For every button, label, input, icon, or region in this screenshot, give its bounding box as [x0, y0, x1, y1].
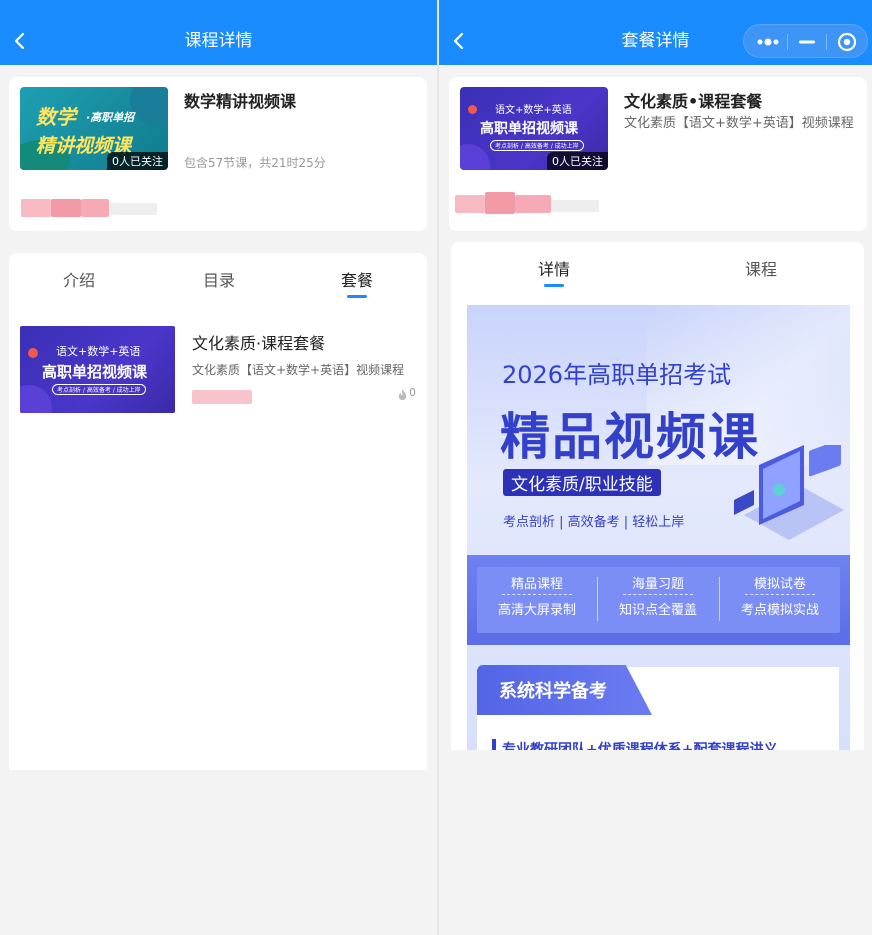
pkg-thumb-heading: 高职单招视频课: [480, 121, 578, 137]
package-title: 文化素质•课程套餐: [624, 92, 763, 111]
follow-count: 0人已关注: [107, 152, 168, 170]
package-desc: 文化素质【语文+数学+英语】视频课程: [192, 363, 405, 377]
pkg-thumb-tagline: 考点剖析 / 高效备考 / 成功上岸: [52, 384, 146, 395]
course-card[interactable]: 数学 ·高职单招 精讲视频课 0人已关注 数学精讲视频课 包含57节课，共21时…: [9, 77, 427, 231]
feature-title: 海量习题: [631, 577, 684, 592]
feature-item: 模拟试卷 考点模拟实战: [720, 573, 840, 618]
features-band: 精品课程 高清大屏录制 海量习题 知识点全覆盖 模拟试卷 考点模拟实战: [467, 555, 850, 645]
more-options-icon[interactable]: [748, 25, 788, 59]
poster-year-line: 2026年高职单招考试: [502, 361, 732, 389]
tab-details[interactable]: 详情: [514, 256, 594, 280]
content-panel: 介绍 目录 套餐 语文+数学+英语 高职单招视频课 考点剖析 / 高效备考 / …: [9, 253, 427, 770]
views-group: 0: [397, 386, 427, 402]
price-area-blurred: [9, 197, 169, 219]
feature-title: 精品课程: [510, 577, 563, 592]
section-text: 专业教研团队+优质课程体系+配套课程讲义: [502, 742, 778, 750]
section-box: 系统科学备考 专业教研团队+优质课程体系+配套课程讲义: [477, 665, 839, 750]
feature-item: 海量习题 知识点全覆盖: [598, 573, 718, 618]
package-thumbnail: 语文+数学+英语 高职单招视频课 考点剖析 / 高效备考 / 成功上岸: [20, 326, 175, 413]
flame-icon: [398, 389, 407, 400]
feature-item: 精品课程 高清大屏录制: [477, 573, 597, 618]
miniprogram-capsule: [743, 24, 868, 58]
right-screen: 套餐详情 语文+数学+英语 高职单招视频课 考点剖析 / 高效备考 / 成功上岸…: [439, 0, 872, 935]
feature-desc: 高清大屏录制: [497, 603, 576, 618]
tab-intro[interactable]: 介绍: [39, 267, 119, 291]
views-count: 0: [409, 386, 416, 399]
pkg-thumb-heading: 高职单招视频课: [42, 363, 148, 381]
pkg-thumb-subjects: 语文+数学+英语: [56, 345, 141, 358]
section-header: 系统科学备考: [477, 665, 652, 715]
pkg-thumb-subjects: 语文+数学+英语: [495, 105, 572, 116]
tab-package[interactable]: 套餐: [317, 267, 397, 291]
thumb-tag: ·高职单招: [86, 111, 135, 124]
page-title: 课程详情: [184, 31, 253, 51]
section-title: 系统科学备考: [499, 681, 607, 702]
follow-count: 0人已关注: [547, 152, 608, 170]
active-tab-indicator: [544, 284, 564, 287]
pkg-thumb-tagline: 考点剖析 / 高效备考 / 成功上岸: [490, 140, 584, 151]
price-area-blurred: [449, 192, 609, 214]
package-item[interactable]: 语文+数学+英语 高职单招视频课 考点剖析 / 高效备考 / 成功上岸 文化素质…: [9, 318, 427, 418]
package-desc: 文化素质【语文+数学+英语】视频课程: [624, 116, 854, 131]
device-illustration-icon: [734, 445, 844, 540]
close-target-icon[interactable]: [827, 25, 867, 59]
tab-catalog[interactable]: 目录: [179, 267, 259, 291]
nav-bar: 套餐详情: [439, 0, 872, 65]
package-thumbnail: 语文+数学+英语 高职单招视频课 考点剖析 / 高效备考 / 成功上岸 0人已关…: [460, 87, 608, 170]
thumb-subject: 数学: [36, 105, 76, 129]
feature-desc: 考点模拟实战: [740, 603, 819, 618]
package-price-blurred: [192, 390, 262, 404]
promo-poster: 2026年高职单招考试 精品视频课 文化素质/职业技能 考点剖析 | 高效备考 …: [467, 305, 850, 750]
active-tab-indicator: [347, 295, 367, 298]
left-screen: 课程详情 数学 ·高职单招 精讲视频课 0人已关注 数学精讲视频课 包含57节课…: [0, 0, 437, 935]
feature-desc: 知识点全覆盖: [618, 603, 697, 618]
course-thumbnail: 数学 ·高职单招 精讲视频课 0人已关注: [20, 87, 168, 170]
minimize-icon[interactable]: [788, 25, 826, 59]
package-title: 文化素质·课程套餐: [192, 334, 326, 353]
package-card[interactable]: 语文+数学+英语 高职单招视频课 考点剖析 / 高效备考 / 成功上岸 0人已关…: [449, 77, 867, 231]
feature-title: 模拟试卷: [753, 577, 806, 592]
course-meta: 包含57节课，共21时25分: [184, 156, 326, 170]
nav-bar: 课程详情: [0, 0, 437, 65]
poster-tagline: 考点剖析 | 高效备考 | 轻松上岸: [503, 515, 685, 530]
course-title: 数学精讲视频课: [184, 92, 297, 111]
poster-badge: 文化素质/职业技能: [503, 469, 661, 496]
tab-courses[interactable]: 课程: [721, 256, 801, 280]
poster-headline: 精品视频课: [500, 408, 760, 466]
